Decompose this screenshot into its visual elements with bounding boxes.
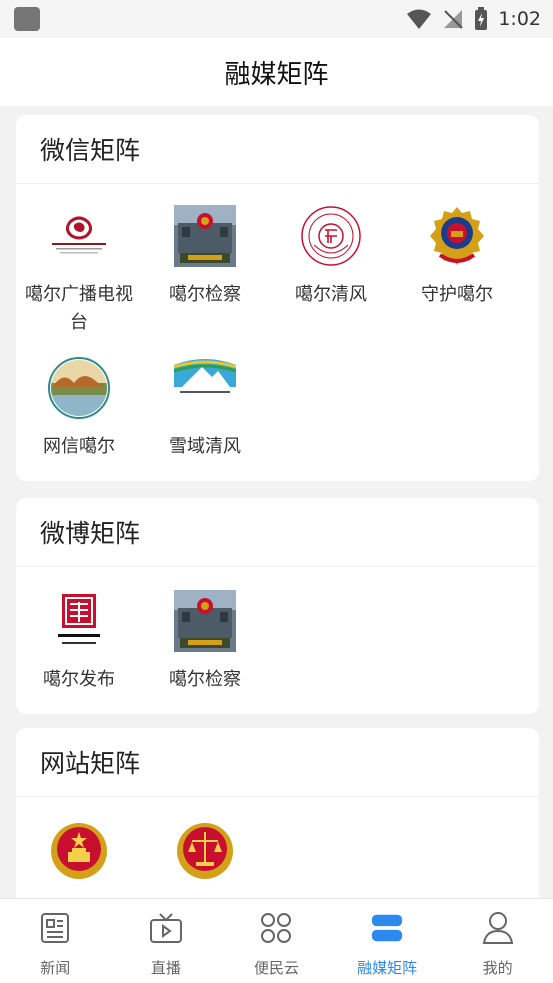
item-label: 噶尔检察 (169, 669, 241, 690)
lian-seal-icon (300, 205, 362, 267)
status-indicators: 1:02 (406, 7, 541, 31)
notification-icon (14, 7, 40, 31)
broadcast-logo-icon (48, 205, 110, 267)
section-title: 微博矩阵 (16, 498, 539, 567)
tab-news[interactable]: 新闻 (0, 899, 111, 983)
matrix-icon (370, 911, 404, 945)
matrix-item-gaer-procuratorate-weibo[interactable]: 噶尔检察 (142, 590, 268, 694)
item-label: 噶尔广播电视台 (25, 284, 133, 333)
bottom-tab-bar: 新闻 直播 便民云 融媒矩阵 我的 (0, 898, 553, 983)
matrix-item-gaer-broadcast[interactable]: 噶尔广播电视台 (16, 205, 142, 337)
battery-charging-icon (475, 7, 488, 30)
matrix-item-shouhu-gaer[interactable]: 守护噶尔 (394, 205, 520, 309)
tab-services[interactable]: 便民云 (221, 899, 332, 983)
tab-label: 融媒矩阵 (357, 959, 418, 977)
landscape-circle-icon (48, 357, 110, 419)
item-label: 噶尔清风 (295, 284, 367, 305)
status-time: 1:02 (498, 8, 541, 30)
tab-label: 新闻 (40, 959, 71, 977)
court-emblem-icon (174, 820, 236, 882)
content-scroll-area[interactable]: 微信矩阵 噶尔广播电视台 噶尔检察 噶尔清风 守护噶尔 网信噶尔 雪域清风 微博… (0, 106, 553, 898)
tab-media-matrix[interactable]: 融媒矩阵 (332, 899, 443, 983)
tab-label: 我的 (482, 959, 513, 977)
snow-mountain-logo-icon (174, 357, 236, 419)
news-icon (38, 911, 72, 945)
tab-label: 便民云 (253, 959, 299, 977)
no-signal-icon (444, 10, 464, 29)
matrix-item-court-site[interactable] (142, 820, 268, 896)
website-matrix-card: 网站矩阵 (16, 728, 539, 898)
procuratorate-photo-icon (174, 205, 236, 267)
red-seal-logo-icon (48, 590, 110, 652)
user-icon (481, 911, 515, 945)
section-title: 网站矩阵 (16, 728, 539, 797)
matrix-item-wangxin-gaer[interactable]: 网信噶尔 (16, 357, 142, 461)
wifi-icon (407, 9, 432, 29)
matrix-item-gaer-procuratorate[interactable]: 噶尔检察 (142, 205, 268, 309)
matrix-item-gaer-fabu[interactable]: 噶尔发布 (16, 590, 142, 694)
wechat-matrix-card: 微信矩阵 噶尔广播电视台 噶尔检察 噶尔清风 守护噶尔 网信噶尔 雪域清风 (16, 115, 539, 481)
item-label: 噶尔发布 (43, 669, 115, 690)
matrix-item-xueyu-qingfeng[interactable]: 雪域清风 (142, 357, 268, 461)
item-label: 网信噶尔 (43, 436, 115, 457)
page-title: 融媒矩阵 (224, 59, 329, 90)
title-bar: 融媒矩阵 (0, 38, 553, 106)
police-emblem-icon (426, 205, 488, 267)
weibo-matrix-card: 微博矩阵 噶尔发布 噶尔检察 (16, 498, 539, 714)
matrix-item-gaer-qingfeng[interactable]: 噶尔清风 (268, 205, 394, 309)
tab-live[interactable]: 直播 (111, 899, 222, 983)
grid-icon (259, 911, 293, 945)
matrix-item-government-site[interactable] (16, 820, 142, 896)
tab-mine[interactable]: 我的 (442, 899, 553, 983)
tab-label: 直播 (150, 959, 181, 977)
national-emblem-icon (48, 820, 110, 882)
procuratorate-photo-icon (174, 590, 236, 652)
item-label: 守护噶尔 (421, 284, 493, 305)
item-label: 噶尔检察 (169, 284, 241, 305)
item-label: 雪域清风 (169, 436, 241, 457)
section-title: 微信矩阵 (16, 115, 539, 184)
status-bar: 1:02 (0, 0, 553, 38)
tv-icon (149, 911, 183, 945)
